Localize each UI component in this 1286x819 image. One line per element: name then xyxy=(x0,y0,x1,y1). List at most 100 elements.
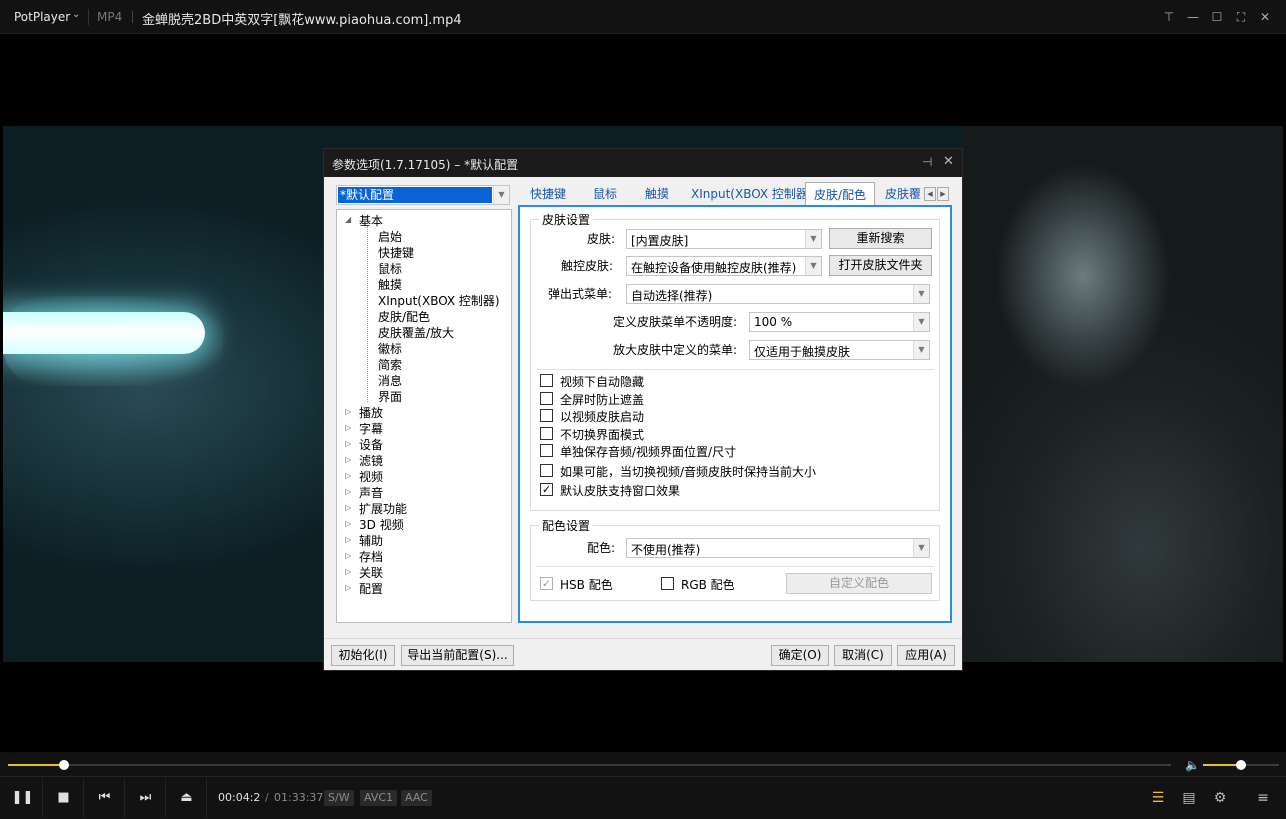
fullscreen-icon[interactable]: ⛶ xyxy=(1233,9,1249,25)
expand-icon[interactable]: ▷ xyxy=(345,519,351,528)
expand-icon[interactable]: ▷ xyxy=(345,439,351,448)
tree-item[interactable]: XInput(XBOX 控制器) xyxy=(378,292,500,309)
seek-bar[interactable] xyxy=(8,760,1171,770)
skin-option-checkbox[interactable] xyxy=(540,392,553,405)
volume-icon[interactable]: 🔈 xyxy=(1185,758,1200,772)
zoom-menu-select[interactable]: 仅适用于触摸皮肤 ▼ xyxy=(749,340,930,360)
touch-skin-select[interactable]: 在触控设备使用触控皮肤(推荐) ▼ xyxy=(626,256,822,276)
chevron-down-icon[interactable]: ▼ xyxy=(805,230,821,248)
tab-scroll-right-icon[interactable]: ▶ xyxy=(937,187,949,201)
tree-item[interactable]: 设备 xyxy=(359,436,383,453)
tree-item[interactable]: 快捷键 xyxy=(378,244,414,261)
skin-option-checkbox[interactable] xyxy=(540,427,553,440)
audio-codec-badge[interactable]: AAC xyxy=(401,790,432,806)
dialog-title-bar[interactable]: 参数选项(1.7.17105) – *默认配置 ⊣ ✕ xyxy=(324,149,962,177)
tree-item[interactable]: 扩展功能 xyxy=(359,500,407,517)
skin-option-checkbox[interactable] xyxy=(540,409,553,422)
seek-handle[interactable] xyxy=(59,760,69,770)
expand-icon[interactable]: ▷ xyxy=(345,567,351,576)
profile-select[interactable]: *默认配置 ▼ xyxy=(336,185,510,205)
tree-item[interactable]: 鼠标 xyxy=(378,260,402,277)
eject-button[interactable]: ⏏ xyxy=(167,778,207,818)
reset-button[interactable]: 初始化(I) xyxy=(331,645,395,666)
export-config-button[interactable]: 导出当前配置(S)... xyxy=(401,645,514,666)
skin-option-checkbox[interactable] xyxy=(540,374,553,387)
tree-item[interactable]: 界面 xyxy=(378,388,402,405)
tree-item[interactable]: 声音 xyxy=(359,484,383,501)
skin-option-checkbox[interactable]: ✓ xyxy=(540,483,553,496)
playlist-search-icon[interactable]: ☰ xyxy=(1148,788,1168,808)
tree-item[interactable]: 存档 xyxy=(359,548,383,565)
tree-item[interactable]: 消息 xyxy=(378,372,402,389)
skin-option-checkbox[interactable] xyxy=(540,444,553,457)
pause-button[interactable]: ❚❚ xyxy=(3,778,43,818)
ok-button[interactable]: 确定(O) xyxy=(771,645,829,666)
chapter-icon[interactable]: ▤ xyxy=(1179,788,1199,808)
expand-icon[interactable]: ▷ xyxy=(345,455,351,464)
tree-item[interactable]: 启始 xyxy=(378,228,402,245)
expand-icon[interactable]: ▷ xyxy=(345,423,351,432)
chevron-down-icon[interactable]: ▼ xyxy=(913,285,929,303)
popup-menu-select[interactable]: 自动选择(推荐) ▼ xyxy=(626,284,930,304)
tab-skin[interactable]: 皮肤/配色 xyxy=(805,182,876,206)
chevron-down-icon[interactable]: ▼ xyxy=(913,341,929,359)
decoder-badge[interactable]: S/W xyxy=(324,790,354,806)
volume-slider[interactable] xyxy=(1203,760,1279,770)
tree-item[interactable]: 3D 视频 xyxy=(359,516,404,533)
hsb-checkbox[interactable]: ✓ xyxy=(540,577,553,590)
menu-icon[interactable]: ≡ xyxy=(1253,788,1273,808)
video-codec-badge[interactable]: AVC1 xyxy=(360,790,398,806)
rgb-checkbox[interactable] xyxy=(661,577,674,590)
pin-icon[interactable]: ⊤ xyxy=(1161,9,1177,25)
app-menu-button[interactable]: PotPlayer xyxy=(14,10,70,24)
tree-item[interactable]: 辅助 xyxy=(359,532,383,549)
tree-item[interactable]: 皮肤覆盖/放大 xyxy=(378,324,454,341)
tab-touch[interactable]: 触摸 xyxy=(645,185,669,202)
tree-item[interactable]: 皮肤/配色 xyxy=(378,308,430,325)
tree-item[interactable]: 视频 xyxy=(359,468,383,485)
tree-item[interactable]: 简索 xyxy=(378,356,402,373)
tab-mouse[interactable]: 鼠标 xyxy=(593,185,617,202)
open-skin-folder-button[interactable]: 打开皮肤文件夹 xyxy=(829,255,932,276)
expand-icon[interactable]: ▷ xyxy=(345,583,351,592)
chevron-down-icon[interactable]: ▼ xyxy=(805,257,821,275)
tree-item[interactable]: 滤镜 xyxy=(359,452,383,469)
expand-icon[interactable]: ▷ xyxy=(345,503,351,512)
close-icon[interactable]: ✕ xyxy=(943,154,954,169)
research-button[interactable]: 重新搜索 xyxy=(829,228,932,249)
tree-item[interactable]: 配置 xyxy=(359,580,383,597)
previous-button[interactable]: ⏮ xyxy=(85,778,125,818)
chevron-down-icon[interactable]: ▼ xyxy=(913,539,929,557)
tab-scroll-left-icon[interactable]: ◀ xyxy=(924,187,936,201)
tree-item[interactable]: 播放 xyxy=(359,404,383,421)
color-select[interactable]: 不使用(推荐) ▼ xyxy=(626,538,930,558)
apply-button[interactable]: 应用(A) xyxy=(897,645,955,666)
cancel-button[interactable]: 取消(C) xyxy=(834,645,892,666)
volume-handle[interactable] xyxy=(1236,760,1246,770)
expand-icon[interactable]: ▷ xyxy=(345,551,351,560)
custom-color-button[interactable]: 自定义配色 xyxy=(786,573,932,594)
collapse-icon[interactable]: ◢ xyxy=(345,215,351,224)
expand-icon[interactable]: ▷ xyxy=(345,535,351,544)
expand-icon[interactable]: ▷ xyxy=(345,471,351,480)
opacity-select[interactable]: 100 % ▼ xyxy=(749,312,930,332)
tab-hotkeys[interactable]: 快捷键 xyxy=(530,185,566,202)
tab-skin-overlay[interactable]: 皮肤覆 xyxy=(885,185,921,202)
expand-icon[interactable]: ▷ xyxy=(345,487,351,496)
minimize-icon[interactable]: — xyxy=(1185,9,1201,25)
chevron-down-icon[interactable]: ▼ xyxy=(493,186,509,204)
next-button[interactable]: ⏭ xyxy=(126,778,166,818)
chevron-down-icon[interactable]: ⌄ xyxy=(72,9,80,20)
maximize-icon[interactable]: ☐ xyxy=(1209,9,1225,25)
tree-item[interactable]: 字幕 xyxy=(359,420,383,437)
tree-item[interactable]: 徽标 xyxy=(378,340,402,357)
close-icon[interactable]: ✕ xyxy=(1257,9,1273,25)
tree-item[interactable]: 基本 xyxy=(359,212,383,229)
settings-tree[interactable]: ◢ 基本 启始 快捷键 鼠标 触摸 XInput(XBOX 控制器) 皮肤/配色 皮肤覆盖/放大… xyxy=(336,209,512,623)
chevron-down-icon[interactable]: ▼ xyxy=(913,313,929,331)
tab-xinput[interactable]: XInput(XBOX 控制器) xyxy=(691,185,813,202)
gear-icon[interactable]: ⚙ xyxy=(1210,788,1230,808)
tree-item[interactable]: 触摸 xyxy=(378,276,402,293)
stop-button[interactable]: ■ xyxy=(44,778,84,818)
expand-icon[interactable]: ▷ xyxy=(345,407,351,416)
